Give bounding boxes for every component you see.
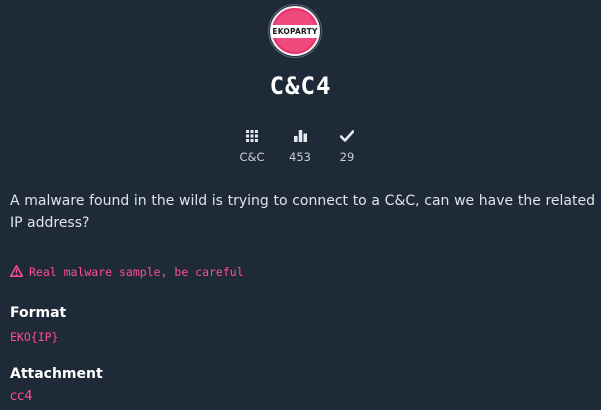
format-heading: Format	[10, 305, 67, 321]
logo-text: EKOPARTY	[272, 24, 318, 38]
attachment-heading: Attachment	[10, 366, 103, 382]
stat-solves-value: 29	[339, 150, 355, 164]
stat-solves: 29	[317, 128, 377, 164]
challenge-title: C&C4	[269, 72, 332, 100]
check-icon	[340, 128, 354, 144]
warning-triangle-icon	[9, 262, 24, 281]
challenge-description: A malware found in the wild is trying to…	[10, 193, 595, 231]
attachment-link[interactable]: cc4	[10, 389, 33, 404]
ekoparty-logo: EKOPARTY	[270, 6, 320, 56]
format-value: EKO{IP}	[10, 330, 59, 344]
bar-chart-icon	[293, 128, 307, 144]
stat-category-value: C&C	[239, 150, 265, 164]
warning-banner: Real malware sample, be careful	[9, 262, 244, 281]
logo-inner: EKOPARTY	[272, 10, 318, 52]
grid-icon	[246, 128, 258, 144]
challenge-page: EKOPARTY C&C4 C&C 453 29 A malware found…	[0, 0, 601, 410]
warning-text: Real malware sample, be careful	[29, 264, 244, 279]
stat-points-value: 453	[289, 150, 311, 164]
